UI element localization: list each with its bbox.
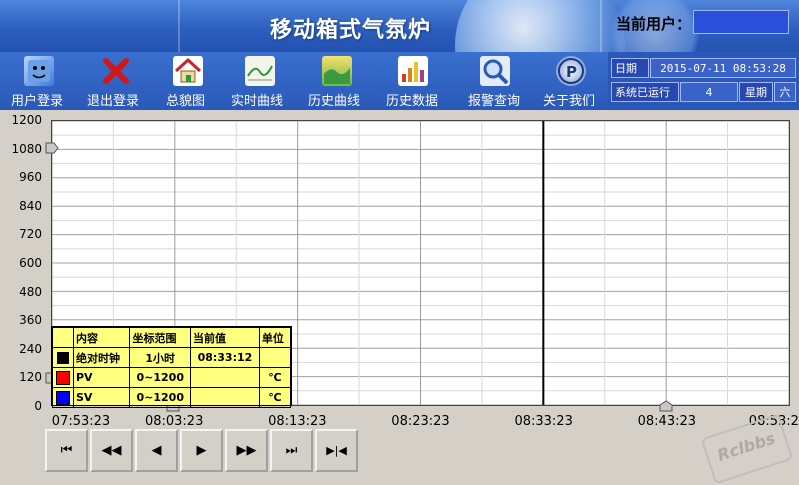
legend-name: SV <box>72 387 131 408</box>
legend-range: 1小时 <box>129 347 191 368</box>
about-label: 关于我们 <box>543 94 596 109</box>
history-data-button[interactable]: 历史数据 <box>374 52 454 110</box>
playback-controls: ⏮ ◀◀ ◀ ▶ ▶▶ ⏭ ▶|◀ <box>45 429 359 474</box>
x-end-marker[interactable] <box>659 400 673 412</box>
overview-label: 总貌图 <box>166 94 206 109</box>
about-button[interactable]: P 关于我们 <box>536 52 608 110</box>
y-tick-label: 120 <box>19 370 42 385</box>
fast-back-button[interactable]: ◀◀ <box>90 429 133 472</box>
legend-header-content: 内容 <box>72 327 131 348</box>
legend-row: PV 0~1200 ℃ <box>52 367 292 388</box>
x-tick-label: 08:43:23 <box>637 414 697 429</box>
header-divider <box>600 0 602 52</box>
logout-icon <box>101 56 131 86</box>
y-tick-label: 600 <box>19 256 42 270</box>
legend-row: 绝对时钟 1小时 08:33:12 <box>52 347 292 368</box>
forward-button[interactable]: ▶ <box>180 429 223 472</box>
first-button[interactable]: ⏮ <box>45 429 88 472</box>
current-user-field[interactable] <box>693 10 789 34</box>
title-bar: 移动箱式气氛炉 当前用户： <box>0 0 799 52</box>
legend-swatch <box>52 347 74 368</box>
history-data-icon <box>398 56 428 86</box>
realtime-curve-label: 实时曲线 <box>231 94 284 109</box>
toolbar: 用户登录 退出登录 总貌图 实时曲线 历史曲线 历史数据 报警查询 P 关于我们 <box>0 52 608 110</box>
history-curve-label: 历史曲线 <box>308 94 361 109</box>
sync-button[interactable]: ▶|◀ <box>315 429 358 472</box>
y-tick-label: 1080 <box>11 141 42 156</box>
realtime-curve-icon <box>245 56 275 86</box>
logout-label: 退出登录 <box>87 94 140 109</box>
last-button[interactable]: ⏭ <box>270 429 313 472</box>
x-tick-label: 08:03:23 <box>144 414 204 429</box>
history-data-label: 历史数据 <box>386 94 439 109</box>
legend-color-header <box>52 327 74 348</box>
overview-button[interactable]: 总貌图 <box>156 52 220 110</box>
legend-unit: ℃ <box>258 367 292 388</box>
legend-row: SV 0~1200 ℃ <box>52 387 292 408</box>
history-curve-button[interactable]: 历史曲线 <box>298 52 374 110</box>
header-divider <box>178 0 180 52</box>
logout-button[interactable]: 退出登录 <box>78 52 156 110</box>
legend-unit <box>258 347 292 368</box>
about-icon: P <box>556 56 586 86</box>
legend-range: 0~1200 <box>129 367 191 388</box>
y-tick-label: 360 <box>19 313 42 328</box>
date-value: 2015-07-11 08:53:28 <box>650 58 796 78</box>
x-tick-label: 08:23:23 <box>391 414 450 429</box>
user-login-button[interactable]: 用户登录 <box>0 52 78 110</box>
y-tick-label: 480 <box>19 284 42 299</box>
legend-header-unit: 单位 <box>258 327 292 348</box>
legend-value: 08:33:12 <box>190 347 260 368</box>
legend-header-value: 当前值 <box>190 327 260 348</box>
alarm-query-button[interactable]: 报警查询 <box>454 52 536 110</box>
legend-swatch <box>52 387 74 408</box>
alarm-query-label: 报警查询 <box>468 94 521 109</box>
status-panel: 日期 2015-07-11 08:53:28 系统已运行 4 星期 六 <box>608 52 799 110</box>
legend-unit: ℃ <box>258 387 292 408</box>
legend-range: 0~1200 <box>129 387 191 408</box>
legend-swatch <box>52 367 74 388</box>
user-login-label: 用户登录 <box>11 94 64 109</box>
y-tick-label: 720 <box>19 227 42 242</box>
x-tick-label: 08:13:23 <box>268 414 327 429</box>
weekday-label: 星期 <box>739 82 773 102</box>
alarm-query-icon <box>480 56 510 86</box>
legend-value <box>190 367 260 388</box>
legend-value <box>190 387 260 408</box>
current-user-label: 当前用户： <box>616 15 692 33</box>
runtime-label: 系统已运行 <box>611 82 679 102</box>
y-tick-label: 0 <box>34 399 42 413</box>
runtime-value: 4 <box>680 82 738 102</box>
fast-forward-button[interactable]: ▶▶ <box>225 429 268 472</box>
y-tick-label: 240 <box>19 341 42 356</box>
y-tick-label: 1200 <box>11 113 42 127</box>
svg-text:P: P <box>566 63 577 81</box>
y-tick-label: 840 <box>19 198 42 213</box>
weekday-value: 六 <box>774 82 796 102</box>
date-label: 日期 <box>611 58 649 78</box>
app-title: 移动箱式气氛炉 <box>270 17 432 43</box>
home-icon <box>173 56 203 86</box>
history-curve-icon <box>322 56 352 86</box>
realtime-curve-button[interactable]: 实时曲线 <box>220 52 298 110</box>
legend-table: 内容 坐标范围 当前值 单位 绝对时钟 1小时 08:33:12 PV 0~12… <box>51 326 292 408</box>
x-tick-label: 08:33:23 <box>514 414 573 429</box>
y-upper-marker[interactable] <box>45 142 59 154</box>
x-tick-label: 07:53:23 <box>51 414 111 429</box>
back-button[interactable]: ◀ <box>135 429 178 472</box>
legend-header-range: 坐标范围 <box>129 327 191 348</box>
y-tick-label: 960 <box>19 170 42 185</box>
legend-name: 绝对时钟 <box>72 347 131 368</box>
user-login-icon <box>24 56 54 86</box>
legend-name: PV <box>72 367 131 388</box>
